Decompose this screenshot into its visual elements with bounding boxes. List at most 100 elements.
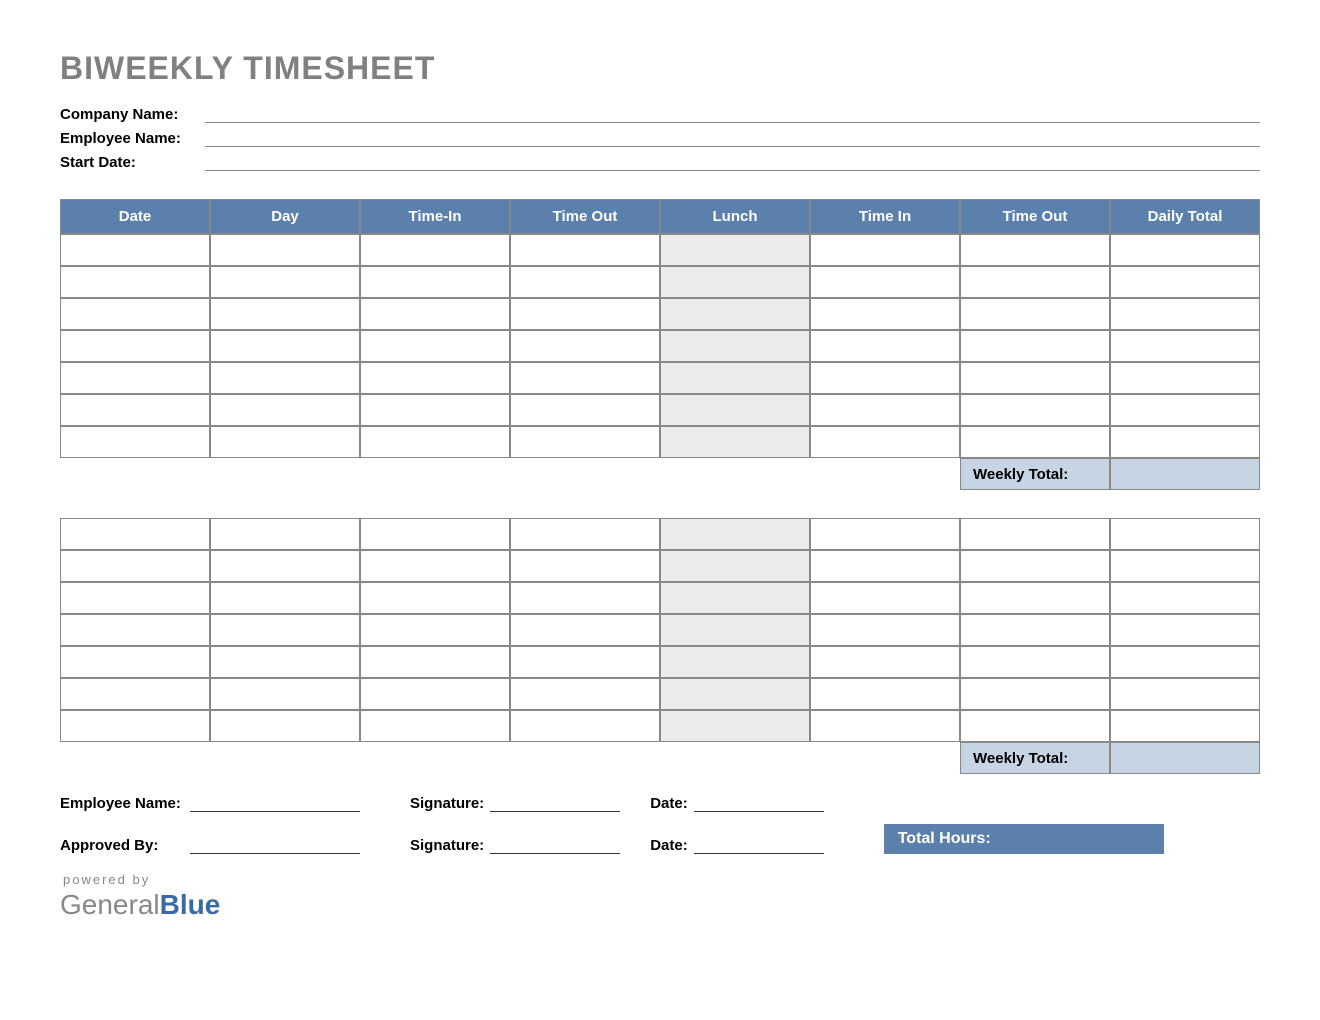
sig-approved-by-input[interactable] bbox=[190, 836, 360, 854]
sig-employee-date-input[interactable] bbox=[694, 794, 824, 812]
cell-total[interactable] bbox=[1110, 678, 1260, 710]
cell-out2[interactable] bbox=[960, 266, 1110, 298]
cell-in2[interactable] bbox=[810, 518, 960, 550]
cell-in2[interactable] bbox=[810, 266, 960, 298]
cell-date[interactable] bbox=[60, 394, 210, 426]
cell-out2[interactable] bbox=[960, 550, 1110, 582]
cell-total[interactable] bbox=[1110, 550, 1260, 582]
cell-lunch[interactable] bbox=[660, 518, 810, 550]
cell-out1[interactable] bbox=[510, 582, 660, 614]
cell-date[interactable] bbox=[60, 518, 210, 550]
cell-day[interactable] bbox=[210, 518, 360, 550]
cell-day[interactable] bbox=[210, 266, 360, 298]
cell-date[interactable] bbox=[60, 678, 210, 710]
cell-in1[interactable] bbox=[360, 426, 510, 458]
cell-in1[interactable] bbox=[360, 266, 510, 298]
cell-total[interactable] bbox=[1110, 518, 1260, 550]
cell-day[interactable] bbox=[210, 646, 360, 678]
cell-out2[interactable] bbox=[960, 330, 1110, 362]
cell-lunch[interactable] bbox=[660, 678, 810, 710]
cell-date[interactable] bbox=[60, 330, 210, 362]
cell-day[interactable] bbox=[210, 582, 360, 614]
cell-day[interactable] bbox=[210, 710, 360, 742]
cell-in1[interactable] bbox=[360, 710, 510, 742]
cell-lunch[interactable] bbox=[660, 266, 810, 298]
cell-out1[interactable] bbox=[510, 646, 660, 678]
cell-day[interactable] bbox=[210, 330, 360, 362]
cell-in2[interactable] bbox=[810, 678, 960, 710]
cell-total[interactable] bbox=[1110, 646, 1260, 678]
cell-out2[interactable] bbox=[960, 362, 1110, 394]
cell-in2[interactable] bbox=[810, 330, 960, 362]
cell-lunch[interactable] bbox=[660, 426, 810, 458]
week2-total-value[interactable] bbox=[1110, 742, 1260, 774]
cell-out2[interactable] bbox=[960, 710, 1110, 742]
cell-out1[interactable] bbox=[510, 614, 660, 646]
cell-day[interactable] bbox=[210, 426, 360, 458]
cell-out1[interactable] bbox=[510, 710, 660, 742]
cell-in1[interactable] bbox=[360, 582, 510, 614]
cell-total[interactable] bbox=[1110, 234, 1260, 266]
cell-date[interactable] bbox=[60, 234, 210, 266]
cell-out1[interactable] bbox=[510, 550, 660, 582]
cell-in1[interactable] bbox=[360, 614, 510, 646]
cell-out1[interactable] bbox=[510, 362, 660, 394]
cell-in2[interactable] bbox=[810, 582, 960, 614]
cell-in2[interactable] bbox=[810, 394, 960, 426]
cell-date[interactable] bbox=[60, 266, 210, 298]
cell-lunch[interactable] bbox=[660, 330, 810, 362]
cell-in2[interactable] bbox=[810, 550, 960, 582]
cell-total[interactable] bbox=[1110, 298, 1260, 330]
cell-out2[interactable] bbox=[960, 582, 1110, 614]
cell-total[interactable] bbox=[1110, 582, 1260, 614]
company-name-input[interactable] bbox=[205, 105, 1260, 123]
week1-total-value[interactable] bbox=[1110, 458, 1260, 490]
cell-date[interactable] bbox=[60, 362, 210, 394]
cell-out2[interactable] bbox=[960, 678, 1110, 710]
cell-date[interactable] bbox=[60, 614, 210, 646]
cell-day[interactable] bbox=[210, 298, 360, 330]
cell-in1[interactable] bbox=[360, 234, 510, 266]
cell-lunch[interactable] bbox=[660, 646, 810, 678]
cell-out1[interactable] bbox=[510, 330, 660, 362]
employee-name-input[interactable] bbox=[205, 129, 1260, 147]
cell-lunch[interactable] bbox=[660, 298, 810, 330]
cell-out2[interactable] bbox=[960, 518, 1110, 550]
cell-in2[interactable] bbox=[810, 362, 960, 394]
cell-total[interactable] bbox=[1110, 266, 1260, 298]
cell-out1[interactable] bbox=[510, 426, 660, 458]
cell-out1[interactable] bbox=[510, 678, 660, 710]
cell-out1[interactable] bbox=[510, 266, 660, 298]
cell-total[interactable] bbox=[1110, 362, 1260, 394]
cell-day[interactable] bbox=[210, 550, 360, 582]
cell-in1[interactable] bbox=[360, 394, 510, 426]
cell-date[interactable] bbox=[60, 582, 210, 614]
cell-total[interactable] bbox=[1110, 330, 1260, 362]
cell-day[interactable] bbox=[210, 678, 360, 710]
cell-date[interactable] bbox=[60, 298, 210, 330]
sig-employee-signature-input[interactable] bbox=[490, 794, 620, 812]
cell-out1[interactable] bbox=[510, 298, 660, 330]
cell-in1[interactable] bbox=[360, 298, 510, 330]
cell-in2[interactable] bbox=[810, 426, 960, 458]
cell-day[interactable] bbox=[210, 394, 360, 426]
cell-day[interactable] bbox=[210, 362, 360, 394]
cell-lunch[interactable] bbox=[660, 550, 810, 582]
cell-date[interactable] bbox=[60, 426, 210, 458]
cell-date[interactable] bbox=[60, 710, 210, 742]
cell-in1[interactable] bbox=[360, 550, 510, 582]
cell-date[interactable] bbox=[60, 550, 210, 582]
cell-out2[interactable] bbox=[960, 646, 1110, 678]
cell-lunch[interactable] bbox=[660, 614, 810, 646]
cell-in2[interactable] bbox=[810, 614, 960, 646]
cell-out2[interactable] bbox=[960, 614, 1110, 646]
cell-in2[interactable] bbox=[810, 646, 960, 678]
cell-total[interactable] bbox=[1110, 710, 1260, 742]
cell-total[interactable] bbox=[1110, 394, 1260, 426]
cell-total[interactable] bbox=[1110, 426, 1260, 458]
cell-out2[interactable] bbox=[960, 234, 1110, 266]
cell-lunch[interactable] bbox=[660, 234, 810, 266]
cell-lunch[interactable] bbox=[660, 394, 810, 426]
cell-in1[interactable] bbox=[360, 362, 510, 394]
cell-in2[interactable] bbox=[810, 710, 960, 742]
